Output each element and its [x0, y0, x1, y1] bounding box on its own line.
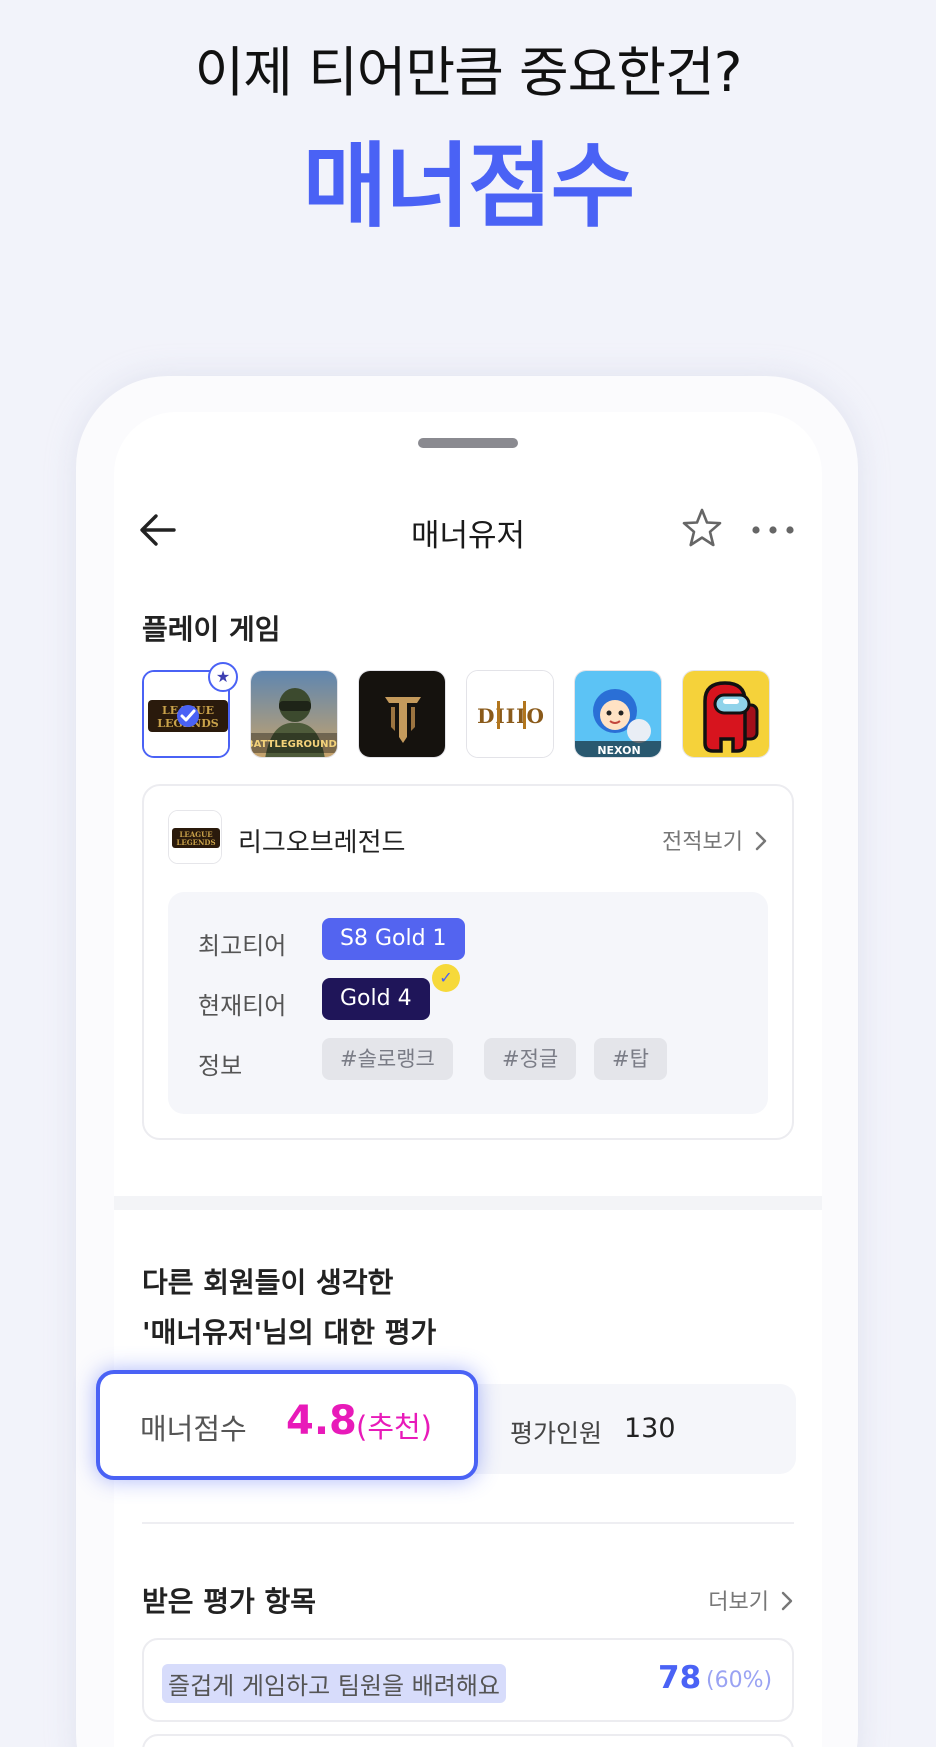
tag-jungle: #정글 — [484, 1038, 577, 1080]
play-games-label: 플레이 게임 — [142, 613, 281, 646]
section-divider — [114, 1196, 822, 1210]
more-link[interactable]: 더보기 — [708, 1584, 794, 1616]
tag-top: #탑 — [594, 1038, 667, 1080]
evaluator-count-box: 평가인원 130 — [434, 1384, 796, 1474]
top-bar: 매너유저 — [114, 502, 822, 558]
received-evaluations-title: 받은 평가 항목 — [142, 1585, 317, 1618]
app-screen: 매너유저 플레이 게임 LEAGUE LEGENDS — [114, 412, 822, 1747]
evaluation-item-percent: (60%) — [706, 1668, 773, 1693]
game-pubg-icon[interactable]: BATTLEGROUNDS — [250, 670, 338, 758]
manner-score-note: (추천) — [356, 1410, 432, 1444]
info-row: 정보 #솔로랭크 #정글 #탑 — [198, 1038, 758, 1082]
svg-text:BATTLEGROUNDS: BATTLEGROUNDS — [251, 739, 338, 750]
hero-title: 매너점수 — [302, 133, 636, 240]
best-tier-row: 최고티어 S8 Gold 1 — [198, 918, 758, 962]
evaluation-title-line2: '매너유저'님의 대한 평가 — [142, 1316, 437, 1349]
more-link-label: 더보기 — [708, 1590, 769, 1615]
manner-score-card: 매너점수 4.8 (추천) — [96, 1370, 478, 1480]
svg-text:LEGENDS: LEGENDS — [176, 838, 215, 847]
divider — [142, 1522, 794, 1524]
current-tier-badge: Gold 4 — [322, 978, 430, 1020]
svg-text:NEXON: NEXON — [597, 744, 640, 757]
game-info-card: LEAGUE LEGENDS 리그오브레전드 전적보기 최고티어 S8 Gold… — [142, 784, 794, 1140]
evaluator-count-value: 130 — [624, 1413, 676, 1444]
tag-solo-rank: #솔로랭크 — [322, 1038, 453, 1080]
record-link[interactable]: 전적보기 — [662, 824, 768, 856]
evaluation-item[interactable]: 즐겁게 게임하고 팀원을 배려해요 78 (60%) — [142, 1638, 794, 1722]
game-among-us-icon[interactable] — [682, 670, 770, 758]
game-list: LEAGUE LEGENDS BATTLEGROUNDS — [142, 670, 802, 760]
info-label: 정보 — [198, 1052, 243, 1080]
manner-score-label: 매너점수 — [140, 1412, 247, 1446]
evaluation-item-partial[interactable] — [142, 1734, 794, 1747]
game-lineage-icon[interactable] — [358, 670, 446, 758]
svg-text:DIIIO: DIIIO — [477, 704, 545, 728]
best-tier-badge: S8 Gold 1 — [322, 918, 465, 960]
favorite-star-badge-icon: ★ — [208, 662, 238, 692]
verified-check-icon: ✓ — [432, 964, 460, 992]
evaluation-title: 다른 회원들이 생각한 '매너유저'님의 대한 평가 — [142, 1258, 436, 1358]
game-nexon-icon[interactable]: NEXON — [574, 670, 662, 758]
headline: 이제 티어만큼 중요한건? — [194, 41, 743, 104]
chevron-right-icon — [750, 830, 768, 855]
evaluation-item-text: 즐겁게 게임하고 팀원을 배려해요 — [162, 1664, 507, 1703]
current-tier-row: 현재티어 Gold 4 ✓ — [198, 964, 758, 1022]
sheet-handle[interactable] — [418, 438, 518, 448]
more-options-icon[interactable] — [750, 522, 796, 536]
chevron-right-icon — [776, 1590, 794, 1615]
lol-logo-icon: LEAGUE LEGENDS — [168, 810, 222, 864]
evaluation-title-line1: 다른 회원들이 생각한 — [142, 1266, 394, 1299]
manner-score-value: 4.8 — [286, 1398, 357, 1444]
evaluation-item-count: 78 — [658, 1660, 702, 1696]
best-tier-label: 최고티어 — [198, 932, 287, 960]
record-link-label: 전적보기 — [662, 830, 743, 855]
game-diablo-icon[interactable]: DIIIO — [466, 670, 554, 758]
evaluator-count-label: 평가인원 — [510, 1419, 603, 1448]
current-tier-label: 현재티어 — [198, 992, 287, 1020]
tier-info-box: 최고티어 S8 Gold 1 현재티어 Gold 4 ✓ 정보 #솔로랭크 #정… — [168, 892, 768, 1114]
game-name: 리그오브레전드 — [238, 828, 406, 858]
star-icon[interactable] — [680, 506, 724, 550]
